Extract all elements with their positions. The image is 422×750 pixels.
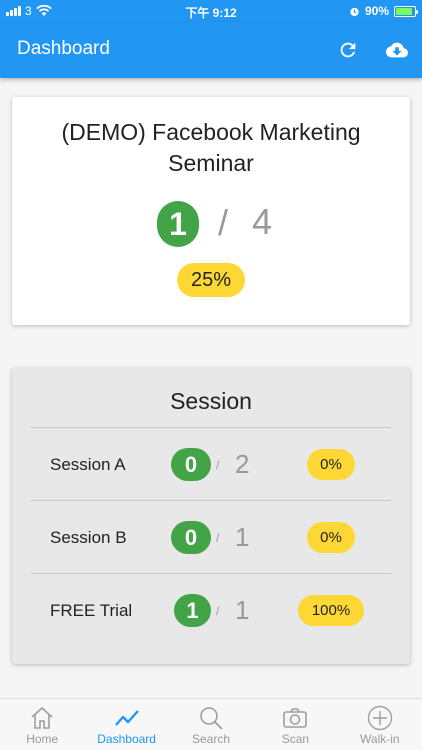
- session-checked-in: 1: [174, 594, 211, 627]
- battery-icon: [394, 5, 418, 17]
- session-row[interactable]: Session B 0 / 1 0%: [31, 500, 391, 573]
- tab-scan[interactable]: Scan: [253, 699, 337, 750]
- event-summary-card: (DEMO) Facebook Marketing Seminar 1 / 4 …: [12, 97, 410, 325]
- status-bar: 3 下午 9:12 90%: [0, 0, 422, 22]
- battery-percent: 90%: [364, 4, 389, 18]
- page-title: Dashboard: [17, 38, 110, 59]
- session-list: Session A 0 / 2 0% Session B 0 / 1 0% FR…: [31, 427, 391, 646]
- refresh-button[interactable]: [334, 36, 362, 64]
- tab-label: Scan: [281, 732, 310, 746]
- session-total: 1: [235, 522, 250, 552]
- refresh-icon: [340, 42, 356, 58]
- count-separator: /: [218, 202, 229, 243]
- session-row[interactable]: FREE Trial 1 / 1 100%: [31, 573, 391, 646]
- session-separator: /: [216, 458, 220, 472]
- session-row[interactable]: Session A 0 / 2 0%: [31, 427, 391, 500]
- tab-home[interactable]: Home: [0, 699, 84, 750]
- add-circle-icon: [367, 705, 393, 731]
- session-name: Session A: [50, 455, 126, 474]
- home-icon: [31, 706, 53, 729]
- tab-label: Dashboard: [97, 732, 156, 746]
- session-total: 2: [235, 449, 250, 479]
- session-percent: 100%: [298, 595, 364, 626]
- tab-label: Walk-in: [360, 732, 400, 746]
- session-name: Session B: [50, 528, 127, 547]
- tab-walk-in[interactable]: Walk-in: [338, 699, 422, 750]
- percent-badge: 25%: [177, 263, 245, 297]
- session-checked-in: 0: [171, 521, 211, 554]
- session-percent: 0%: [307, 522, 355, 553]
- session-percent: 0%: [307, 449, 355, 480]
- download-button[interactable]: [383, 36, 411, 64]
- session-card: Session Session A 0 / 2 0% Session B 0 /…: [12, 368, 410, 664]
- session-total: 1: [235, 595, 250, 625]
- alarm-icon: [350, 7, 359, 16]
- event-title: (DEMO) Facebook Marketing Seminar: [61, 119, 361, 176]
- status-right: 90%: [349, 4, 418, 18]
- search-icon: [200, 707, 223, 730]
- session-header: Session: [170, 388, 252, 414]
- tab-label: Home: [26, 732, 59, 746]
- session-separator: /: [216, 531, 220, 545]
- trend-icon: [114, 710, 139, 726]
- checked-in-count: 1: [157, 201, 199, 247]
- cloud-download-icon: [386, 42, 408, 58]
- tab-label: Search: [192, 732, 231, 746]
- session-name: FREE Trial: [50, 601, 133, 620]
- session-separator: /: [216, 604, 220, 618]
- tab-dashboard[interactable]: Dashboard: [84, 699, 168, 750]
- bottom-tab-bar: Home Dashboard Search Scan Walk-in: [0, 698, 422, 750]
- tab-search[interactable]: Search: [169, 699, 253, 750]
- total-count: 4: [252, 201, 273, 242]
- camera-icon: [283, 708, 308, 728]
- app-bar: Dashboard: [0, 22, 422, 78]
- session-checked-in: 0: [171, 448, 211, 481]
